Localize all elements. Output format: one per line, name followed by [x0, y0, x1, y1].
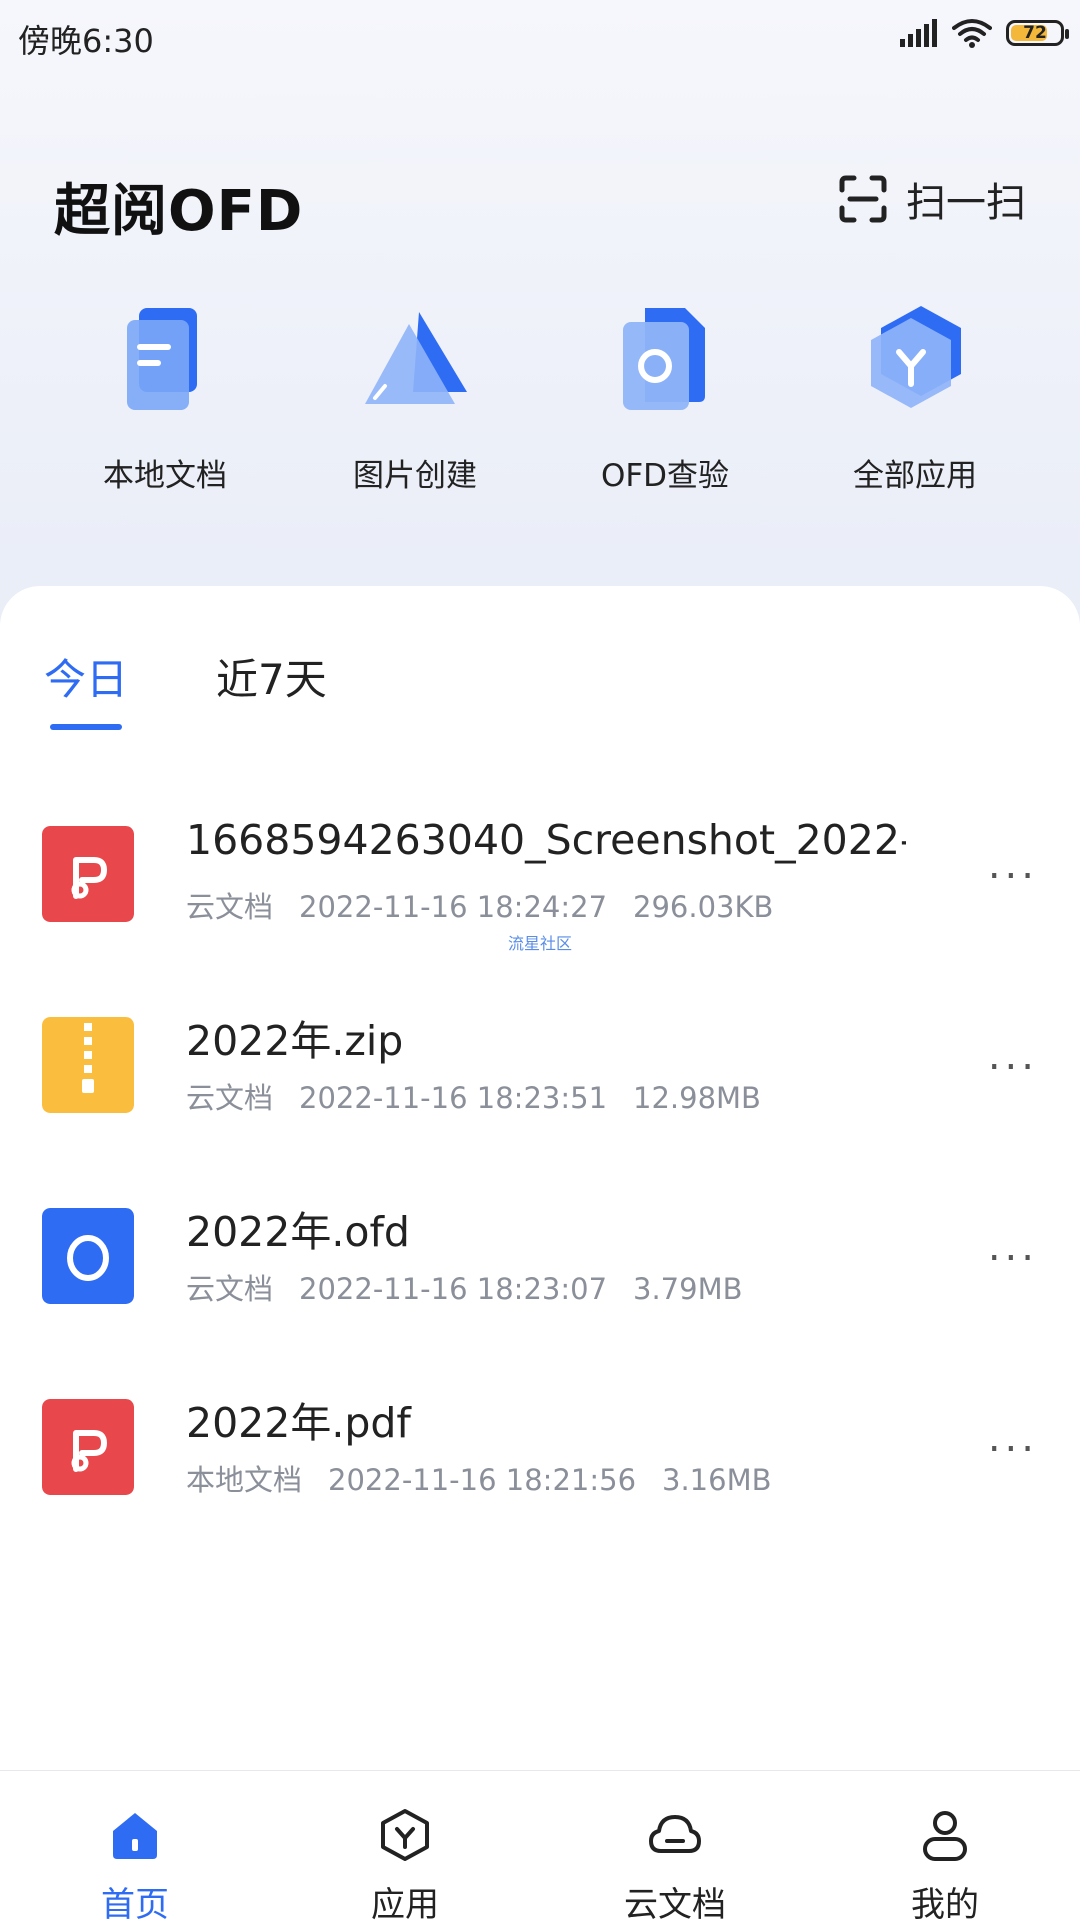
quick-action-label: 本地文档 — [103, 458, 227, 494]
scan-button[interactable]: 扫一扫 — [838, 170, 1026, 228]
wifi-icon — [952, 19, 992, 48]
nav-label: 我的 — [911, 1885, 979, 1925]
list-item[interactable]: 1668594263040_Screenshot_2022-… 云文档 2022-… — [0, 810, 1080, 1001]
more-options-button[interactable]: ... — [988, 1224, 1038, 1270]
all-apps-icon — [871, 306, 961, 408]
file-time: 2022-11-16 18:21:56 — [328, 1463, 637, 1497]
local-docs-icon — [127, 308, 197, 410]
ofd-file-icon — [42, 1208, 134, 1304]
tab-last-7-days[interactable]: 近7天 — [216, 646, 327, 707]
nav-label: 应用 — [371, 1885, 439, 1925]
quick-action-image-create[interactable]: 图片创建 — [290, 300, 540, 495]
nav-home[interactable]: 首页 — [0, 1771, 270, 1925]
quick-action-label: OFD查验 — [600, 458, 730, 494]
nav-profile[interactable]: 我的 — [810, 1771, 1080, 1925]
quick-action-label: 图片创建 — [353, 458, 477, 494]
app-title: 超阅OFD — [54, 179, 304, 244]
file-meta: 云文档 2022-11-16 18:23:51 12.98MB — [186, 1075, 787, 1117]
content-panel: 今日 近7天 1668594263040_Screenshot_2022-… 云… — [0, 586, 1080, 1772]
quick-action-local-docs[interactable]: 本地文档 — [40, 300, 290, 495]
file-time: 2022-11-16 18:23:07 — [299, 1272, 608, 1306]
list-item[interactable]: 2022年.pdf 本地文档 2022-11-16 18:21:56 3.16MB … — [0, 1383, 1080, 1574]
file-name: 2022年.pdf — [186, 1399, 411, 1447]
file-list: 1668594263040_Screenshot_2022-… 云文档 2022-… — [0, 810, 1080, 1574]
nav-cloud-docs[interactable]: 云文档 — [540, 1771, 810, 1925]
file-name: 2022年.zip — [186, 1017, 404, 1065]
file-size: 3.79MB — [633, 1272, 743, 1306]
file-source: 云文档 — [186, 890, 274, 924]
file-size: 296.03KB — [633, 890, 774, 924]
more-options-button[interactable]: ... — [988, 842, 1038, 888]
nav-label: 云文档 — [624, 1885, 726, 1925]
nav-apps[interactable]: 应用 — [270, 1771, 540, 1925]
pdf-file-icon — [42, 826, 134, 922]
watermark: 流星社区 — [508, 934, 573, 953]
status-bar: 傍晚6:30 72 — [0, 0, 1080, 72]
file-size: 3.16MB — [662, 1463, 772, 1497]
status-time: 傍晚6:30 — [18, 22, 154, 60]
quick-action-all-apps[interactable]: 全部应用 — [790, 300, 1040, 495]
file-meta: 本地文档 2022-11-16 18:21:56 3.16MB — [186, 1457, 798, 1499]
file-meta: 云文档 2022-11-16 18:24:27 296.03KB — [186, 884, 799, 926]
quick-actions: 本地文档 图片创建 OFD查验 全部应用 — [0, 300, 1080, 500]
scan-label: 扫一扫 — [906, 180, 1026, 226]
cloud-icon — [649, 1815, 701, 1853]
bottom-nav: 首页 应用 云文档 我的 — [0, 1770, 1080, 1925]
more-options-button[interactable]: ... — [988, 1033, 1038, 1079]
battery-icon: 72 — [1006, 20, 1069, 46]
list-item[interactable]: 2022年.ofd 云文档 2022-11-16 18:23:07 3.79MB .… — [0, 1192, 1080, 1383]
zip-file-icon — [42, 1017, 134, 1113]
status-icons: 72 — [898, 18, 1069, 48]
quick-action-ofd-verify[interactable]: OFD查验 — [540, 300, 790, 495]
file-source: 云文档 — [186, 1081, 274, 1115]
ofd-verify-icon — [623, 308, 705, 410]
home-icon — [113, 1813, 157, 1859]
file-meta: 云文档 2022-11-16 18:23:07 3.79MB — [186, 1266, 769, 1308]
image-create-icon — [365, 312, 467, 404]
scan-icon — [839, 175, 887, 223]
file-source: 本地文档 — [186, 1463, 303, 1497]
file-source: 云文档 — [186, 1272, 274, 1306]
pdf-file-icon — [42, 1399, 134, 1495]
file-time: 2022-11-16 18:23:51 — [299, 1081, 608, 1115]
file-time: 2022-11-16 18:24:27 — [299, 890, 608, 924]
apps-icon — [381, 1809, 429, 1861]
battery-level: 72 — [1023, 23, 1047, 43]
date-tabs: 今日 近7天 — [0, 586, 1080, 736]
quick-action-label: 全部应用 — [853, 458, 977, 494]
profile-icon — [923, 1811, 967, 1861]
list-item[interactable]: 2022年.zip 云文档 2022-11-16 18:23:51 12.98MB … — [0, 1001, 1080, 1192]
file-name: 1668594263040_Screenshot_2022-… — [186, 816, 906, 864]
file-size: 12.98MB — [633, 1081, 761, 1115]
active-tab-indicator — [50, 724, 122, 730]
file-name: 2022年.ofd — [186, 1208, 410, 1256]
more-options-button[interactable]: ... — [988, 1415, 1038, 1461]
tab-today[interactable]: 今日 — [44, 646, 128, 707]
signal-icon — [900, 19, 937, 47]
nav-label: 首页 — [101, 1885, 169, 1925]
